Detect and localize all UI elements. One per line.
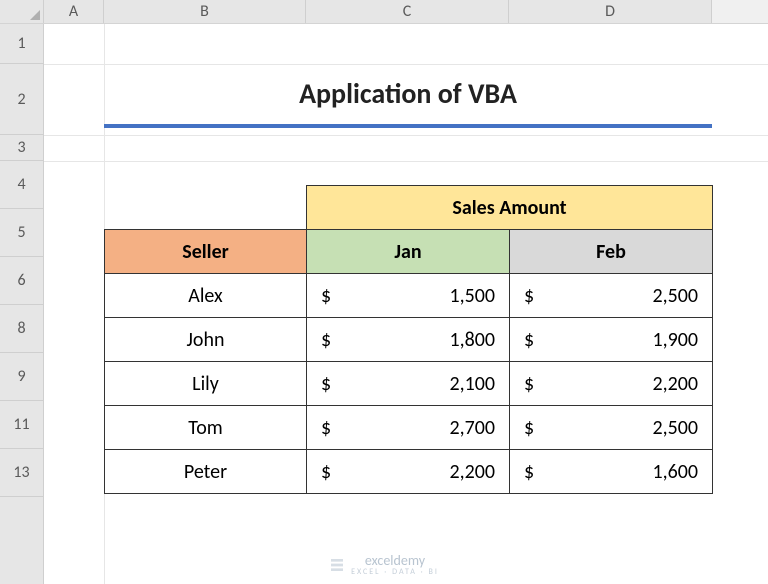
jan-cell[interactable]: $2,700 xyxy=(307,406,510,450)
seller-cell[interactable]: Alex xyxy=(105,274,307,318)
seller-cell[interactable]: Peter xyxy=(105,450,307,494)
row-header-5[interactable]: 5 xyxy=(0,209,43,257)
feb-cell[interactable]: $2,500 xyxy=(510,406,713,450)
value-label: 2,700 xyxy=(449,416,495,440)
currency-label: $ xyxy=(321,460,331,484)
col-header-d[interactable]: D xyxy=(509,0,712,23)
value-label: 2,500 xyxy=(652,416,698,440)
feb-cell[interactable]: $1,600 xyxy=(510,450,713,494)
exceldemy-logo-icon xyxy=(329,557,345,573)
seller-cell[interactable]: John xyxy=(105,318,307,362)
col-header-b[interactable]: B xyxy=(104,0,306,23)
table-row: Tom $2,700 $2,500 xyxy=(105,406,713,450)
col-header-a[interactable]: A xyxy=(44,0,104,23)
row-header-8[interactable]: 8 xyxy=(0,305,43,353)
row-header-2[interactable]: 2 xyxy=(0,64,43,135)
row-header-1[interactable]: 1 xyxy=(0,24,43,64)
currency-label: $ xyxy=(321,284,331,308)
spreadsheet: A B C D 1 2 3 4 5 6 8 9 11 13 Applicatio… xyxy=(0,0,768,584)
value-label: 1,500 xyxy=(449,284,495,308)
cell-grid[interactable]: Application of VBA Sales Amount Seller J… xyxy=(44,24,768,584)
table-row: Lily $2,100 $2,200 xyxy=(105,362,713,406)
watermark: exceldemy EXCEL · DATA · BI xyxy=(0,554,768,576)
value-label: 1,600 xyxy=(652,460,698,484)
currency-label: $ xyxy=(524,328,534,352)
currency-label: $ xyxy=(524,460,534,484)
row-header-11[interactable]: 11 xyxy=(0,401,43,449)
jan-cell[interactable]: $2,100 xyxy=(307,362,510,406)
blank-cell[interactable] xyxy=(105,186,307,230)
seller-cell[interactable]: Tom xyxy=(105,406,307,450)
feb-cell[interactable]: $2,500 xyxy=(510,274,713,318)
watermark-tagline: EXCEL · DATA · BI xyxy=(351,568,439,576)
currency-label: $ xyxy=(524,372,534,396)
table-row: Alex $1,500 $2,500 xyxy=(105,274,713,318)
page-title: Application of VBA xyxy=(104,72,712,128)
feb-header[interactable]: Feb xyxy=(510,230,713,274)
table-row: John $1,800 $1,900 xyxy=(105,318,713,362)
value-label: 1,900 xyxy=(652,328,698,352)
currency-label: $ xyxy=(321,416,331,440)
feb-cell[interactable]: $1,900 xyxy=(510,318,713,362)
row-header-4[interactable]: 4 xyxy=(0,161,43,209)
seller-cell[interactable]: Lily xyxy=(105,362,307,406)
value-label: 2,200 xyxy=(449,460,495,484)
watermark-text: exceldemy EXCEL · DATA · BI xyxy=(351,554,439,576)
row-header-13[interactable]: 13 xyxy=(0,449,43,497)
sales-table: Sales Amount Seller Jan Feb Alex $1,500 … xyxy=(104,185,713,494)
row-headers: 1 2 3 4 5 6 8 9 11 13 xyxy=(0,24,44,584)
currency-label: $ xyxy=(321,328,331,352)
col-header-c[interactable]: C xyxy=(306,0,509,23)
jan-header[interactable]: Jan xyxy=(307,230,510,274)
select-all-corner[interactable] xyxy=(0,0,44,23)
jan-cell[interactable]: $1,500 xyxy=(307,274,510,318)
value-label: 2,200 xyxy=(652,372,698,396)
currency-label: $ xyxy=(321,372,331,396)
jan-cell[interactable]: $2,200 xyxy=(307,450,510,494)
column-headers: A B C D xyxy=(0,0,768,24)
row-header-6[interactable]: 6 xyxy=(0,257,43,305)
value-label: 2,100 xyxy=(449,372,495,396)
value-label: 1,800 xyxy=(449,328,495,352)
row-header-3[interactable]: 3 xyxy=(0,135,43,161)
row-header-9[interactable]: 9 xyxy=(0,353,43,401)
value-label: 2,500 xyxy=(652,284,698,308)
jan-cell[interactable]: $1,800 xyxy=(307,318,510,362)
currency-label: $ xyxy=(524,284,534,308)
sales-amount-header[interactable]: Sales Amount xyxy=(307,186,713,230)
feb-cell[interactable]: $2,200 xyxy=(510,362,713,406)
table-row: Peter $2,200 $1,600 xyxy=(105,450,713,494)
currency-label: $ xyxy=(524,416,534,440)
seller-header[interactable]: Seller xyxy=(105,230,307,274)
